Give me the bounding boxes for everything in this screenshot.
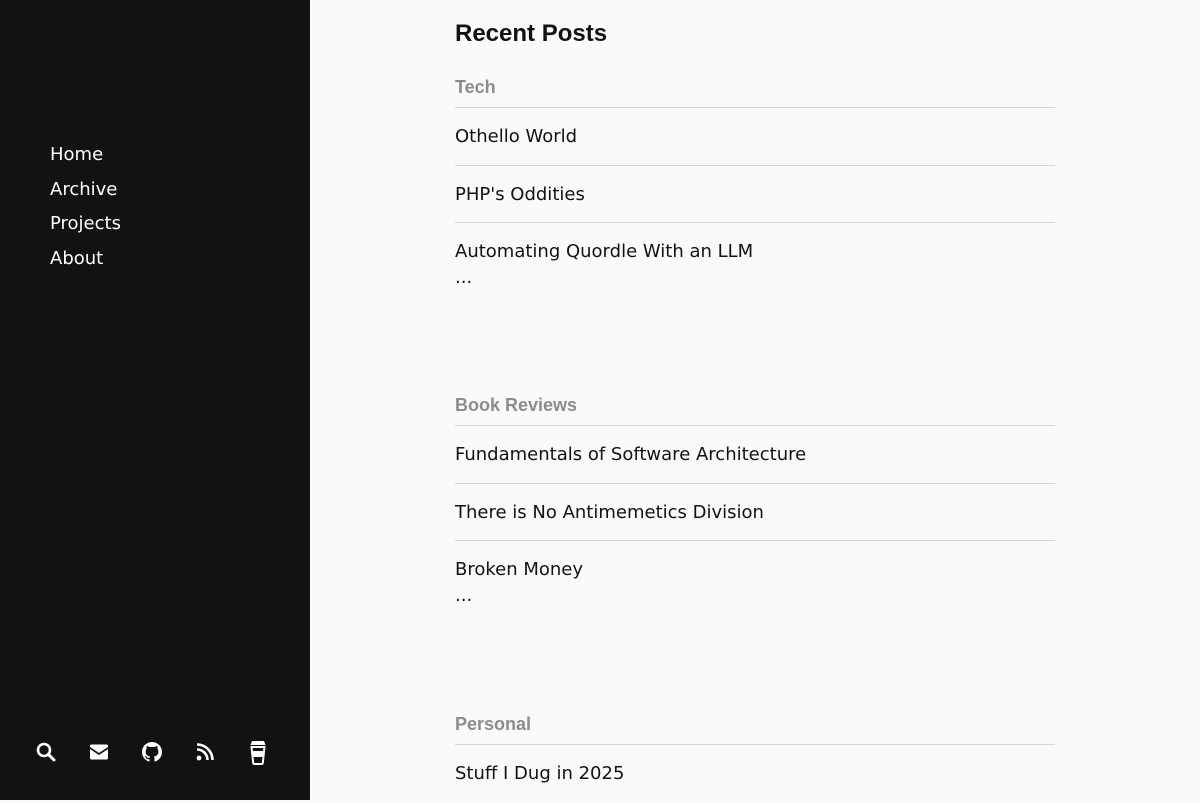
- nav-projects-link[interactable]: Projects: [50, 207, 121, 242]
- nav-home-link[interactable]: Home: [50, 138, 121, 173]
- section-personal: Personal Stuff I Dug in 2025: [455, 713, 1055, 803]
- post-link[interactable]: Othello World: [455, 108, 1055, 166]
- github-icon[interactable]: [142, 740, 162, 764]
- post-link[interactable]: PHP's Oddities: [455, 166, 1055, 223]
- section-title: Book Reviews: [455, 394, 1055, 426]
- nav-about-link[interactable]: About: [50, 242, 121, 277]
- section-title: Personal: [455, 713, 1055, 745]
- post-link[interactable]: There is No Antimemetics Division: [455, 484, 1055, 541]
- sidebar: Home Archive Projects About: [0, 0, 310, 800]
- nav-archive-link[interactable]: Archive: [50, 173, 121, 208]
- rss-icon[interactable]: [195, 740, 215, 764]
- coffee-cup-icon[interactable]: [248, 740, 268, 765]
- section-book-reviews: Book Reviews Fundamentals of Software Ar…: [455, 394, 1055, 605]
- section-tech: Tech Othello World PHP's Oddities Automa…: [455, 76, 1055, 287]
- search-icon[interactable]: [36, 740, 56, 764]
- mail-icon[interactable]: [89, 740, 109, 764]
- social-icons: [36, 740, 268, 765]
- post-link[interactable]: Fundamentals of Software Architecture: [455, 426, 1055, 484]
- post-link[interactable]: Stuff I Dug in 2025: [455, 745, 1055, 803]
- section-title: Tech: [455, 76, 1055, 108]
- sidebar-nav: Home Archive Projects About: [50, 138, 121, 276]
- page-title: Recent Posts: [455, 20, 608, 47]
